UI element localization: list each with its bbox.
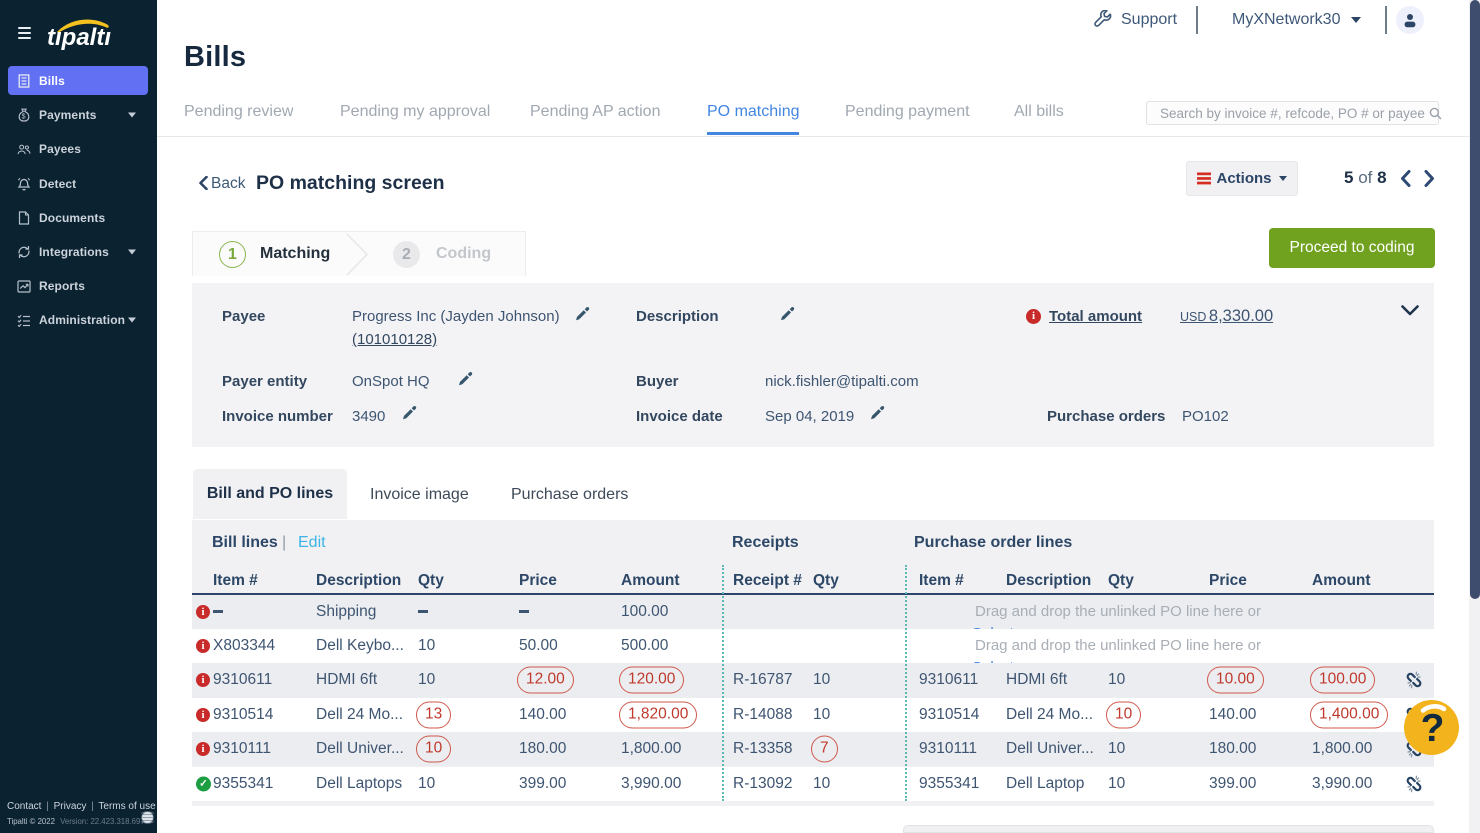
svg-text:$: $ (22, 114, 26, 121)
svg-text:tıpaltı: tıpaltı (47, 24, 111, 51)
